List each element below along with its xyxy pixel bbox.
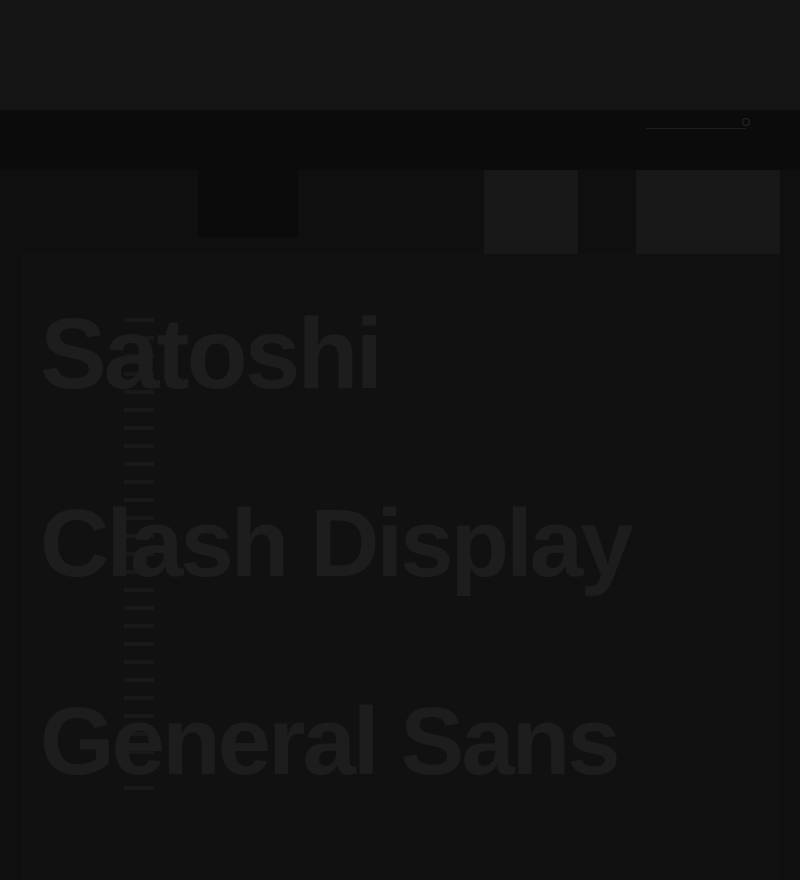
- filter-item[interactable]: [124, 678, 154, 682]
- main-navigation: [0, 110, 800, 170]
- search-input[interactable]: [646, 120, 746, 129]
- filter-item[interactable]: [124, 426, 154, 430]
- filter-item[interactable]: [124, 660, 154, 664]
- promo-tile-right: [636, 170, 780, 254]
- filter-item[interactable]: [124, 642, 154, 646]
- font-card-title[interactable]: Satoshi: [40, 304, 383, 404]
- filter-item[interactable]: [124, 624, 154, 628]
- search-icon[interactable]: [742, 118, 750, 126]
- promo-tile: [484, 170, 578, 254]
- filter-item[interactable]: [124, 606, 154, 610]
- filter-item[interactable]: [124, 462, 154, 466]
- filter-item[interactable]: [124, 444, 154, 448]
- filter-item[interactable]: [124, 480, 154, 484]
- font-card-title[interactable]: General Sans: [40, 694, 621, 790]
- nav-dropdown-menu: [198, 145, 298, 237]
- announcement-bar: [0, 0, 800, 110]
- font-card-title[interactable]: Clash Display: [40, 496, 634, 592]
